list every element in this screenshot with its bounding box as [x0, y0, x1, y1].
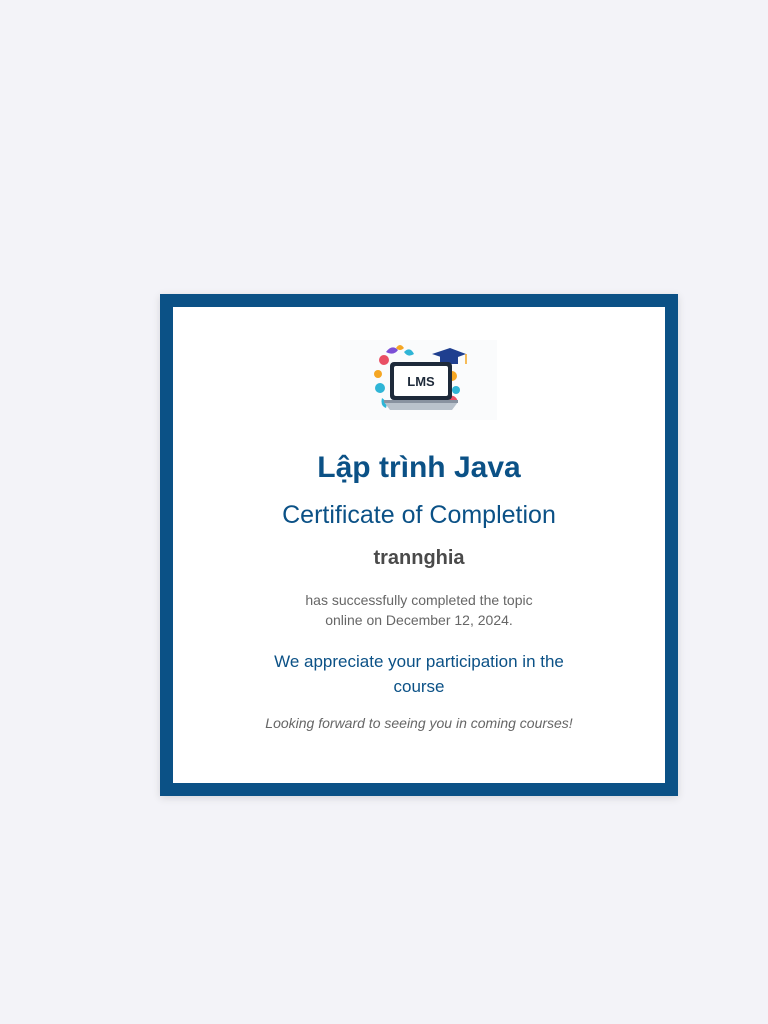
- farewell-message: Looking forward to seeing you in coming …: [265, 715, 573, 731]
- certificate-heading: Certificate of Completion: [282, 501, 556, 529]
- appreciation-message: We appreciate your participation in the …: [274, 652, 564, 696]
- lms-laptop-graduation-icon: LMS: [374, 345, 467, 410]
- course-title: Lập trình Java: [317, 451, 521, 484]
- lms-logo: LMS: [340, 340, 497, 420]
- completion-statement: has successfully completed the topic onl…: [173, 590, 665, 630]
- certificate-content: LMS Lập trình Java Certificate of Comple…: [173, 307, 665, 783]
- completion-line-2: online on December 12, 2024.: [325, 612, 513, 628]
- certificate-frame: LMS Lập trình Java Certificate of Comple…: [160, 294, 678, 796]
- recipient-name: trannghia: [373, 547, 465, 569]
- svg-text:LMS: LMS: [407, 374, 435, 389]
- completion-line-1: has successfully completed the topic: [305, 592, 533, 608]
